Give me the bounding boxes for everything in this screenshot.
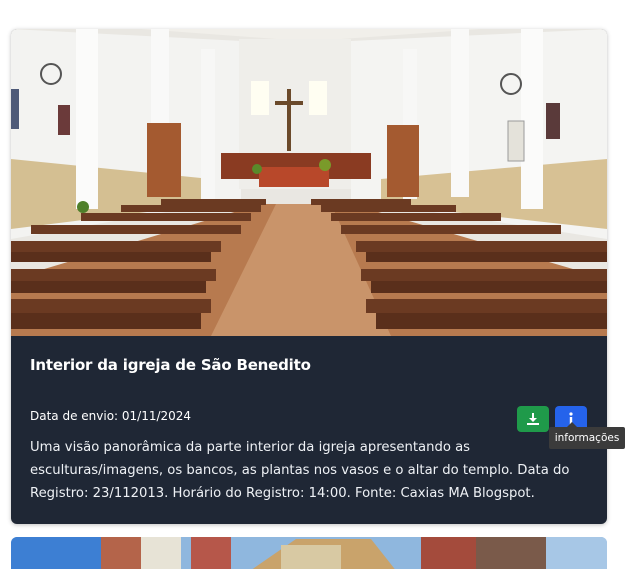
download-button[interactable] (517, 406, 549, 432)
upload-date: Data de envio: 01/11/2024 (30, 409, 192, 423)
next-post-photo (11, 537, 607, 569)
post-title: Interior da igreja de São Benedito (30, 356, 311, 374)
info-tooltip: informações (549, 422, 625, 449)
post-description: Uma visão panorâmica da parte interior d… (30, 440, 570, 501)
next-post-card (11, 537, 607, 569)
post-card: Interior da igreja de São Benedito Data … (11, 29, 607, 524)
church-interior-photo (11, 29, 607, 336)
download-icon (527, 413, 539, 425)
